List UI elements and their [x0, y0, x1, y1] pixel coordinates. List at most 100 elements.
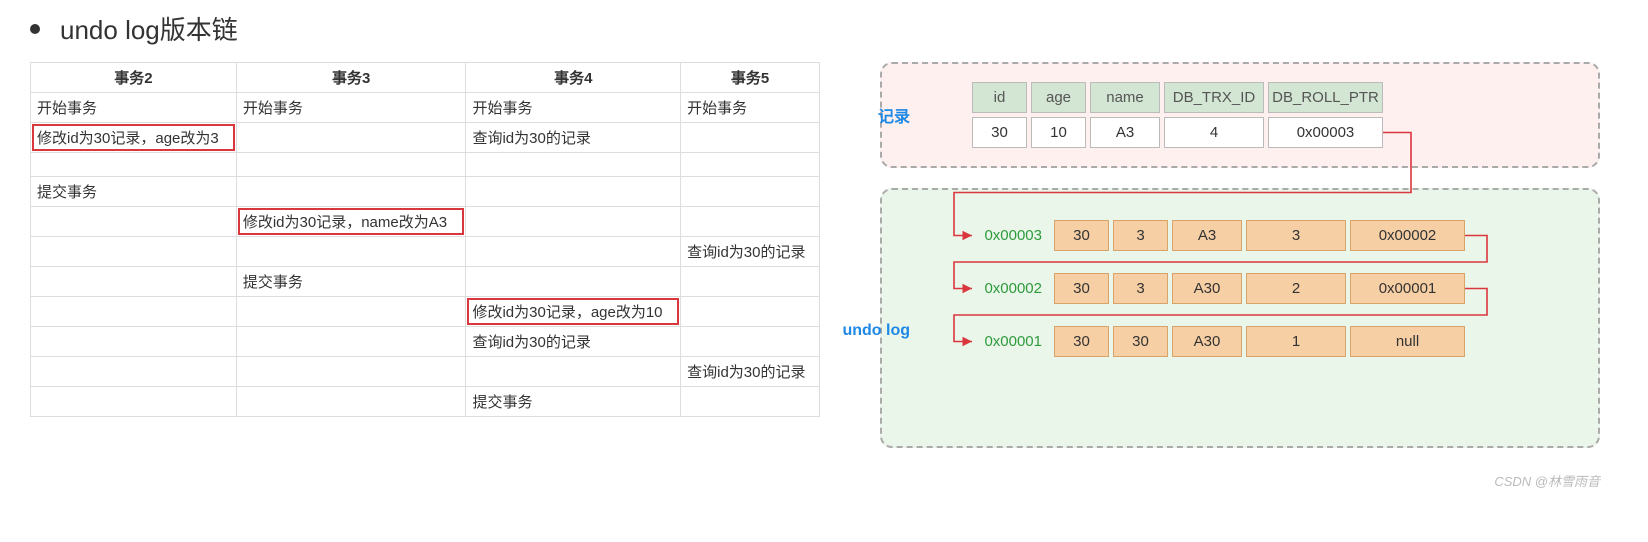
undo-cell: A30 [1172, 273, 1242, 304]
table-cell [681, 153, 820, 177]
undo-row: 0x00003303A330x00002 [972, 220, 1578, 251]
table-cell: 提交事务 [236, 267, 466, 297]
table-cell [236, 123, 466, 153]
table-cell: 查询id为30的记录 [681, 237, 820, 267]
column-header: name [1090, 82, 1160, 113]
undo-row: 0x000013030A301null [972, 326, 1578, 357]
table-cell [236, 297, 466, 327]
undo-cell: A30 [1172, 326, 1242, 357]
undo-cell: A3 [1172, 220, 1242, 251]
undo-cell: 30 [1054, 220, 1109, 251]
table-cell [31, 357, 237, 387]
table-cell [31, 207, 237, 237]
column-header: age [1031, 82, 1086, 113]
undo-log-diagram: 记录 idagenameDB_TRX_IDDB_ROLL_PTR 3010A34… [880, 62, 1600, 468]
table-cell: 提交事务 [466, 387, 681, 417]
table-cell [31, 153, 237, 177]
table-cell: 修改id为30记录，age改为10 [466, 297, 681, 327]
table-row: 开始事务开始事务开始事务开始事务 [31, 93, 820, 123]
record-cell: 30 [972, 117, 1027, 148]
table-cell [466, 153, 681, 177]
table-row [31, 153, 820, 177]
table-cell [236, 357, 466, 387]
table-cell [236, 387, 466, 417]
record-label: 记录 [830, 103, 910, 127]
highlight-box [467, 298, 679, 325]
undo-cell: 0x00001 [1350, 273, 1465, 304]
table-cell: 查询id为30的记录 [466, 123, 681, 153]
table-row: 修改id为30记录，name改为A3 [31, 207, 820, 237]
table-cell [681, 327, 820, 357]
tx-header: 事务4 [466, 63, 681, 93]
table-cell [466, 357, 681, 387]
table-cell: 开始事务 [31, 93, 237, 123]
record-cell: 4 [1164, 117, 1264, 148]
undo-log-panel: undo log 0x00003303A330x000020x00002303A… [880, 188, 1600, 448]
undo-row: 0x00002 303A3020x00001 [972, 273, 1578, 304]
table-cell: 开始事务 [681, 93, 820, 123]
table-cell [466, 267, 681, 297]
undo-cell: 3 [1246, 220, 1346, 251]
undo-cell: 1 [1246, 326, 1346, 357]
column-header: id [972, 82, 1027, 113]
table-cell [31, 327, 237, 357]
undo-cell: 30 [1054, 326, 1109, 357]
table-cell [236, 153, 466, 177]
tx-header: 事务2 [31, 63, 237, 93]
table-row: 修改id为30记录，age改为3 查询id为30的记录 [31, 123, 820, 153]
table-cell: 开始事务 [236, 93, 466, 123]
table-row: 查询id为30的记录 [31, 357, 820, 387]
undo-cell: 3 [1113, 220, 1168, 251]
undo-cell: 30 [1054, 273, 1109, 304]
table-cell [31, 237, 237, 267]
undo-address: 0x00003 [972, 227, 1042, 244]
table-cell: 修改id为30记录，name改为A3 [236, 207, 466, 237]
highlight-box [238, 208, 465, 235]
record-cell: 0x00003 [1268, 117, 1383, 148]
table-cell [466, 177, 681, 207]
table-cell [31, 267, 237, 297]
table-cell [236, 237, 466, 267]
table-row: 提交事务 [31, 387, 820, 417]
table-row: 查询id为30的记录 [31, 237, 820, 267]
table-cell [466, 237, 681, 267]
column-header: DB_ROLL_PTR [1268, 82, 1383, 113]
undo-cell: null [1350, 326, 1465, 357]
table-row: 提交事务 [31, 267, 820, 297]
watermark: CSDN @林雪雨音 [1494, 471, 1600, 490]
undo-cell: 0x00002 [1350, 220, 1465, 251]
undo-cell: 2 [1246, 273, 1346, 304]
undo-cell: 30 [1113, 326, 1168, 357]
tx-header: 事务5 [681, 63, 820, 93]
table-cell [681, 177, 820, 207]
table-cell: 修改id为30记录，age改为3 [31, 123, 237, 153]
undo-address: 0x00002 [972, 280, 1042, 297]
table-cell [236, 327, 466, 357]
table-cell: 查询id为30的记录 [466, 327, 681, 357]
table-cell [681, 297, 820, 327]
undo-log-label: undo log [830, 322, 910, 340]
undo-cell: 3 [1113, 273, 1168, 304]
title-text: undo log版本链 [60, 10, 238, 47]
page-title: undo log版本链 [30, 10, 1618, 47]
table-cell [681, 387, 820, 417]
table-row: 修改id为30记录，age改为10 [31, 297, 820, 327]
bullet-icon [30, 24, 40, 34]
table-cell [681, 267, 820, 297]
current-record-panel: 记录 idagenameDB_TRX_IDDB_ROLL_PTR 3010A34… [880, 62, 1600, 168]
table-cell [681, 123, 820, 153]
undo-address: 0x00001 [972, 333, 1042, 350]
record-header-row: idagenameDB_TRX_IDDB_ROLL_PTR [972, 82, 1578, 113]
transaction-table: 事务2事务3事务4事务5 开始事务开始事务开始事务开始事务修改id为30记录，a… [30, 62, 820, 417]
table-cell [681, 207, 820, 237]
record-current-row: 3010A340x00003 [972, 117, 1578, 148]
table-row: 查询id为30的记录 [31, 327, 820, 357]
record-cell: A3 [1090, 117, 1160, 148]
table-cell [236, 177, 466, 207]
table-cell: 开始事务 [466, 93, 681, 123]
table-cell [466, 207, 681, 237]
table-cell: 提交事务 [31, 177, 237, 207]
tx-header: 事务3 [236, 63, 466, 93]
column-header: DB_TRX_ID [1164, 82, 1264, 113]
table-row: 提交事务 [31, 177, 820, 207]
